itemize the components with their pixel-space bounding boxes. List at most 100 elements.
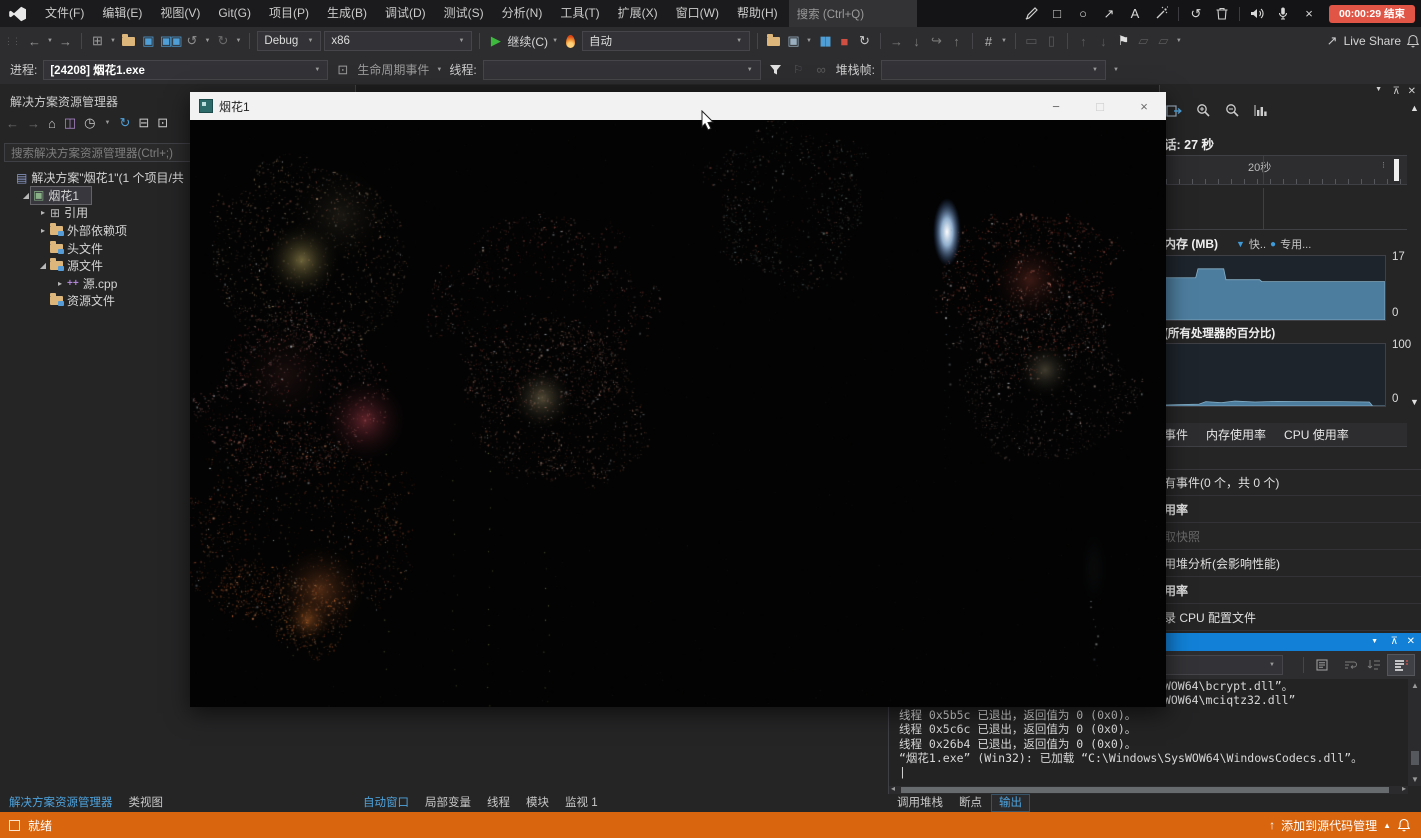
bottom-tab-监视 1[interactable]: 监视 1 bbox=[558, 795, 605, 811]
bottom-tab-调用堆栈[interactable]: 调用堆栈 bbox=[890, 795, 950, 811]
undo-icon[interactable]: ↺ bbox=[1184, 3, 1208, 25]
scroll-up-icon[interactable]: ▲ bbox=[1408, 103, 1421, 113]
draw-circle-icon[interactable]: ○ bbox=[1071, 3, 1095, 25]
close-recording-icon[interactable]: × bbox=[1297, 3, 1321, 25]
diag-row-用率[interactable]: 用率 bbox=[1160, 577, 1421, 604]
step-out-icon[interactable]: ↑ bbox=[948, 31, 965, 51]
disabled-tool-icon-4[interactable]: ▱ bbox=[1155, 31, 1172, 51]
bottom-tab-解决方案资源管理器[interactable]: 解决方案资源管理器 bbox=[2, 795, 120, 811]
thread-combo[interactable]: ▼ bbox=[483, 60, 761, 80]
caret-icon[interactable]: ▼ bbox=[552, 38, 558, 44]
screenshot-tool-icon[interactable]: ▣ bbox=[785, 31, 802, 51]
menu-item-工具(T)[interactable]: 工具(T) bbox=[551, 0, 608, 27]
step-into-icon[interactable]: ↓ bbox=[908, 31, 925, 51]
lifecycle-events-icon[interactable]: ⊡ bbox=[334, 60, 351, 80]
step-over-icon[interactable]: ↪ bbox=[928, 31, 945, 51]
live-share-icon[interactable]: ↗ bbox=[1324, 31, 1341, 51]
app-window-title-bar[interactable]: 烟花1 − □ × bbox=[190, 92, 1166, 120]
open-folder-icon[interactable] bbox=[120, 31, 137, 51]
bottom-tab-类视图[interactable]: 类视图 bbox=[122, 795, 171, 811]
notifications-bell-icon[interactable] bbox=[1404, 31, 1421, 51]
caret-icon[interactable]: ▼ bbox=[110, 38, 116, 44]
menu-item-生成(B)[interactable]: 生成(B) bbox=[318, 0, 376, 27]
save-icon[interactable]: ▣ bbox=[140, 31, 157, 51]
pause-icon[interactable]: ▮▮ bbox=[816, 31, 833, 51]
wrap-output-icon[interactable] bbox=[1337, 655, 1363, 675]
filter-funnel-icon[interactable] bbox=[767, 60, 784, 80]
menu-item-窗口(W)[interactable]: 窗口(W) bbox=[667, 0, 728, 27]
bottom-tab-断点[interactable]: 断点 bbox=[952, 795, 989, 811]
cpu-usage-chart[interactable] bbox=[1160, 343, 1386, 407]
menu-item-编辑(E)[interactable]: 编辑(E) bbox=[93, 0, 151, 27]
bottom-tab-局部变量[interactable]: 局部变量 bbox=[418, 795, 478, 811]
caret-icon[interactable]: ▼ bbox=[47, 38, 53, 44]
continue-label[interactable]: 继续(C) bbox=[507, 33, 548, 50]
output-vertical-scrollbar[interactable]: ▲ ▼ bbox=[1408, 679, 1421, 786]
menu-item-扩展(X)[interactable]: 扩展(X) bbox=[609, 0, 667, 27]
bottom-tab-模块[interactable]: 模块 bbox=[519, 795, 556, 811]
bookmark-icon[interactable]: ⚑ bbox=[1115, 31, 1132, 51]
disabled-tool-icon-3[interactable]: ▱ bbox=[1135, 31, 1152, 51]
bottom-tab-输出[interactable]: 输出 bbox=[991, 794, 1030, 812]
undo-icon[interactable]: ↺ bbox=[183, 31, 200, 51]
window-position-caret-icon[interactable]: ▼ bbox=[1371, 638, 1378, 645]
add-item-icon[interactable] bbox=[765, 31, 782, 51]
redo-icon[interactable]: ↻ bbox=[214, 31, 231, 51]
lifecycle-caret-icon[interactable]: ▼ bbox=[436, 67, 442, 73]
caret-icon[interactable]: ▼ bbox=[105, 120, 111, 126]
caret-icon[interactable]: ▼ bbox=[235, 38, 241, 44]
pin-icon[interactable]: ⊼ bbox=[1393, 86, 1400, 97]
diag-tab-事件[interactable]: 事件 bbox=[1164, 426, 1188, 443]
nav-forward-icon[interactable]: → bbox=[57, 31, 74, 51]
stop-debug-icon[interactable]: ■ bbox=[836, 31, 853, 51]
export-icon[interactable] bbox=[1166, 104, 1182, 118]
expander-icon[interactable]: ◢ bbox=[38, 261, 48, 270]
diag-row-用率[interactable]: 用率 bbox=[1160, 496, 1421, 523]
diagnostics-scrollbar[interactable]: ▲ ▼ bbox=[1407, 101, 1421, 413]
zoom-out-icon[interactable] bbox=[1225, 103, 1240, 118]
hot-reload-icon[interactable] bbox=[562, 31, 579, 51]
caret-icon[interactable]: ▼ bbox=[204, 38, 210, 44]
process-combo[interactable]: [24208] 烟花1.exe▼ bbox=[43, 60, 328, 80]
caret-icon[interactable]: ▼ bbox=[806, 38, 812, 44]
home-icon[interactable]: ⌂ bbox=[48, 116, 56, 131]
overflow-caret-icon[interactable]: ▼ bbox=[1113, 67, 1119, 73]
maximize-button[interactable]: □ bbox=[1078, 92, 1122, 120]
close-button[interactable]: × bbox=[1122, 92, 1166, 120]
menu-item-调试(D)[interactable]: 调试(D) bbox=[376, 0, 435, 27]
menu-item-测试(S)[interactable]: 测试(S) bbox=[435, 0, 493, 27]
diag-row-用堆分析(会影响性能)[interactable]: 用堆分析(会影响性能) bbox=[1160, 550, 1421, 577]
solution-config-combo[interactable]: Debug▼ bbox=[257, 31, 321, 51]
microphone-icon[interactable] bbox=[1271, 3, 1295, 25]
menu-item-项目(P)[interactable]: 项目(P) bbox=[260, 0, 318, 27]
draw-arrow-icon[interactable]: ↗ bbox=[1097, 3, 1121, 25]
expander-icon[interactable]: ◢ bbox=[21, 191, 31, 200]
timeline-current-marker[interactable] bbox=[1394, 159, 1399, 181]
output-horizontal-scrollbar[interactable]: ◂ ▸ bbox=[889, 786, 1408, 794]
speaker-icon[interactable] bbox=[1245, 3, 1269, 25]
disabled-tool-icon-1[interactable]: ↑ bbox=[1075, 31, 1092, 51]
fireworks-canvas[interactable] bbox=[190, 120, 1166, 707]
pending-changes-filter-icon[interactable]: ◷ bbox=[84, 115, 95, 131]
solution-platform-combo[interactable]: x86▼ bbox=[324, 31, 472, 51]
minimize-button[interactable]: − bbox=[1034, 92, 1078, 120]
collapse-all-icon[interactable]: ⊟ bbox=[138, 115, 149, 131]
switch-views-icon[interactable]: ◫ bbox=[64, 115, 76, 131]
menu-item-Git(G)[interactable]: Git(G) bbox=[209, 0, 260, 27]
clear-output-icon[interactable] bbox=[1309, 655, 1335, 675]
recording-timer-badge[interactable]: 00:00:29 结束 bbox=[1329, 5, 1415, 23]
live-share-label[interactable]: Live Share bbox=[1344, 34, 1401, 48]
chart-options-icon[interactable] bbox=[1254, 104, 1268, 117]
memory-usage-chart[interactable] bbox=[1160, 255, 1386, 321]
scrollbar-thumb[interactable] bbox=[901, 787, 1389, 793]
source-control-label[interactable]: 添加到源代码管理 bbox=[1281, 817, 1377, 834]
menu-item-分析(N)[interactable]: 分析(N) bbox=[493, 0, 552, 27]
continue-play-icon[interactable]: ▶ bbox=[487, 31, 504, 51]
delete-annotations-icon[interactable] bbox=[1210, 3, 1234, 25]
bottom-tab-自动窗口[interactable]: 自动窗口 bbox=[356, 795, 416, 811]
zoom-in-icon[interactable] bbox=[1196, 103, 1211, 118]
bottom-tab-线程[interactable]: 线程 bbox=[480, 795, 517, 811]
scroll-left-icon[interactable]: ◂ bbox=[891, 784, 895, 793]
menu-item-帮助(H)[interactable]: 帮助(H) bbox=[728, 0, 787, 27]
window-position-caret-icon[interactable]: ▼ bbox=[1375, 86, 1382, 93]
